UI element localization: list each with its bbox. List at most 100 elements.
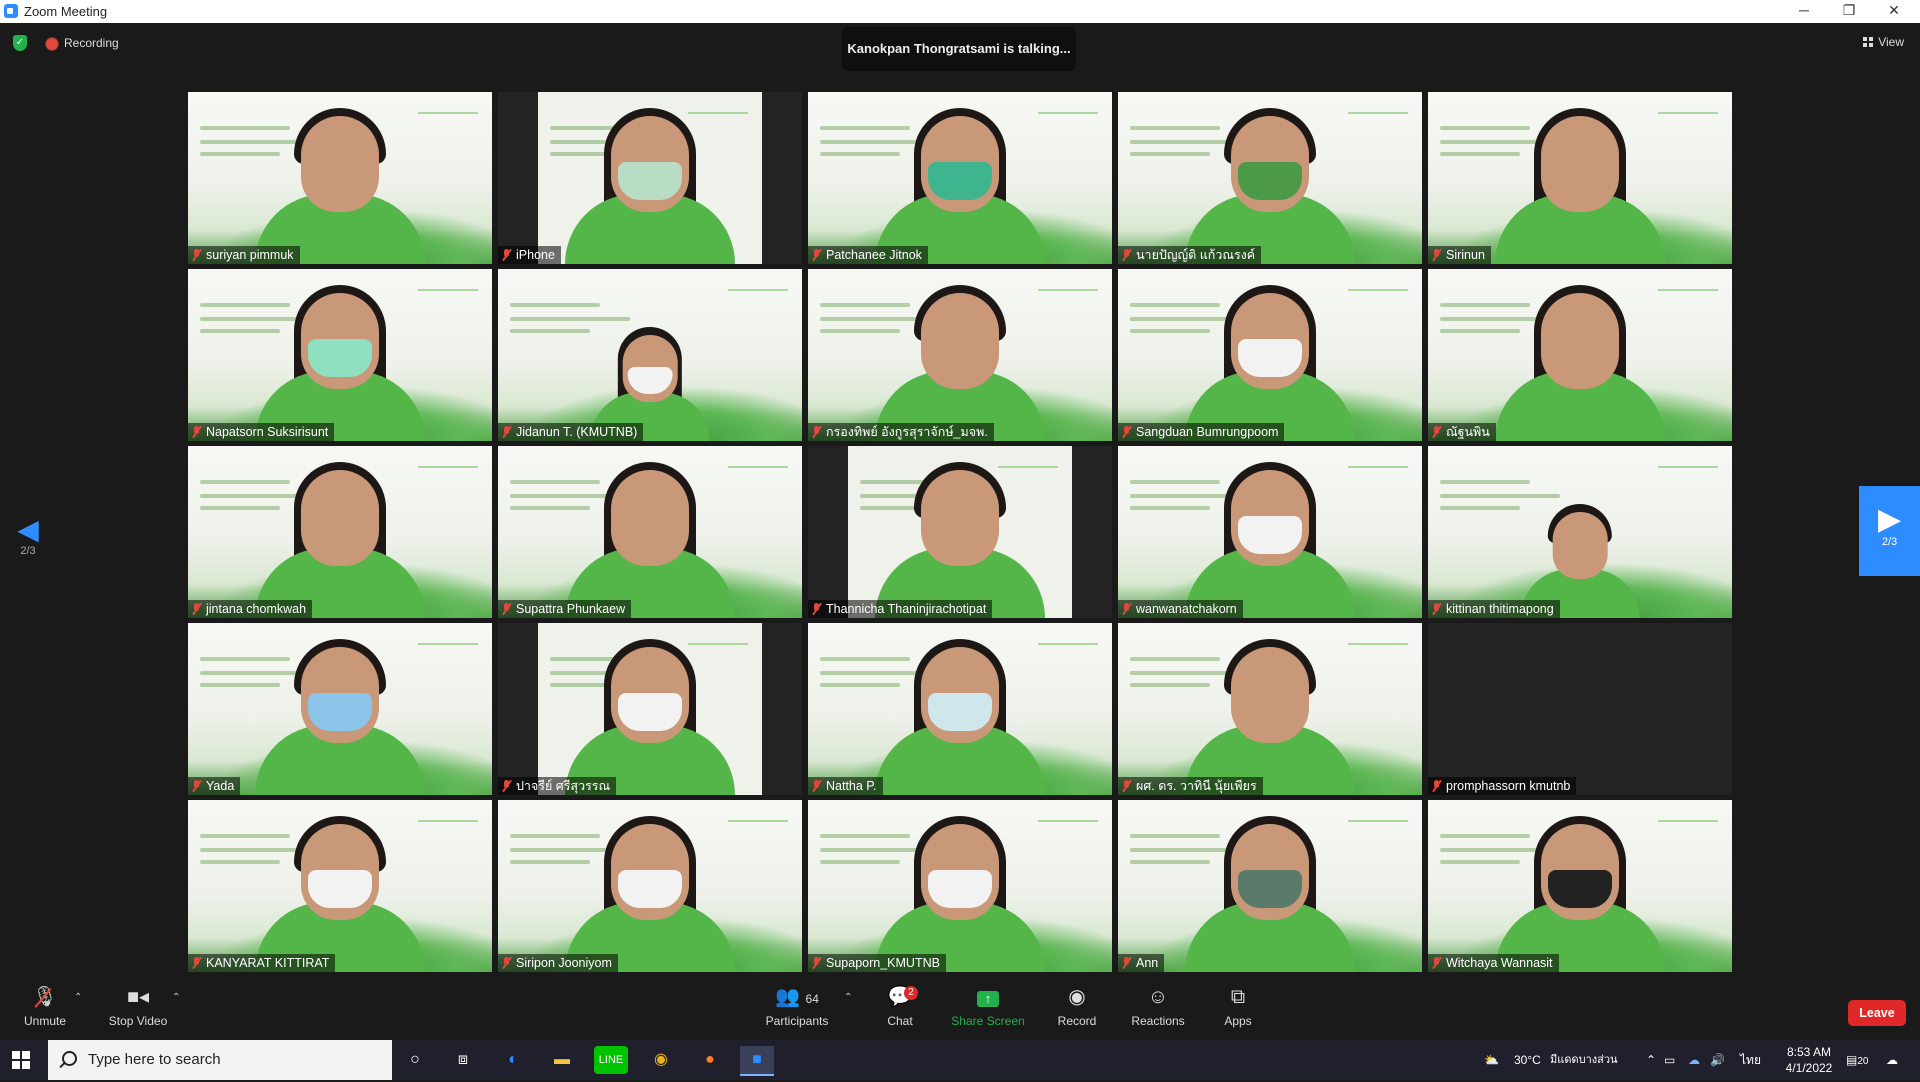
cortana-icon[interactable]: ○ xyxy=(398,1046,432,1074)
zoom-taskbar-icon[interactable]: ■ xyxy=(740,1046,774,1076)
participant-tile[interactable]: ปาจรีย์ ศรีสุวรรณ xyxy=(498,623,802,795)
participant-name: Sangduan Bumrungpoom xyxy=(1136,425,1279,439)
participant-tile[interactable]: Yada xyxy=(188,623,492,795)
participant-tile[interactable]: Jidanun T. (KMUTNB) xyxy=(498,269,802,441)
participant-name: Napatsorn Suksirisunt xyxy=(206,425,329,439)
face-mask xyxy=(1238,162,1302,200)
network-icon[interactable]: ▭ xyxy=(1664,1040,1675,1080)
participant-tile[interactable]: ณัฐนพิน xyxy=(1428,269,1732,441)
video-options-caret[interactable]: ⌃ xyxy=(172,992,180,1003)
reactions-button[interactable]: ☺ Reactions xyxy=(1130,978,1186,1040)
muted-mic-icon xyxy=(502,603,511,615)
unmute-button[interactable]: 🎙 Unmute xyxy=(18,978,72,1040)
participant-tile[interactable]: Napatsorn Suksirisunt xyxy=(188,269,492,441)
view-label: View xyxy=(1878,35,1904,49)
muted-mic-icon xyxy=(502,780,511,792)
apps-button[interactable]: ⧉ Apps xyxy=(1222,978,1254,1040)
muted-mic-icon xyxy=(192,957,201,969)
face-mask xyxy=(928,162,992,200)
minimize-button[interactable]: ─ xyxy=(1782,0,1826,23)
participant-tile[interactable]: Supattra Phunkaew xyxy=(498,446,802,618)
participant-tile[interactable]: Siripon Jooniyom xyxy=(498,800,802,972)
muted-mic-icon xyxy=(1432,603,1441,615)
muted-mic-icon xyxy=(1432,249,1441,261)
window-titlebar: Zoom Meeting ─ ❐ ✕ xyxy=(0,0,1920,23)
participant-tile[interactable]: Supaporn_KMUTNB xyxy=(808,800,1112,972)
page-indicator-right: 2/3 xyxy=(1881,536,1898,548)
firefox-browser-icon[interactable]: ● xyxy=(693,1046,727,1074)
stop-video-button[interactable]: ■◂ Stop Video xyxy=(106,978,170,1040)
participant-video xyxy=(870,92,1050,264)
participant-tile[interactable]: jintana chomkwah xyxy=(188,446,492,618)
language-indicator[interactable]: ไทย xyxy=(1740,1040,1761,1080)
participant-tile[interactable]: Thannicha Thaninjirachotipat xyxy=(808,446,1112,618)
weather-description[interactable]: มีแดดบางส่วน xyxy=(1550,1040,1618,1080)
participant-tile[interactable]: กรองทิพย์ อังกูรสุราจักษ์_มจพ. xyxy=(808,269,1112,441)
line-app-icon[interactable]: LINE xyxy=(594,1046,628,1074)
view-button[interactable]: View xyxy=(1863,35,1904,49)
participant-tile[interactable]: KANYARAT KITTIRAT xyxy=(188,800,492,972)
meeting-toolbar: 🎙 Unmute ⌃ ■◂ Stop Video ⌃ 👥 64 Particip… xyxy=(0,978,1920,1040)
audio-options-caret[interactable]: ⌃ xyxy=(74,992,82,1003)
participant-name: Nattha P. xyxy=(826,779,877,793)
recording-label[interactable]: Recording xyxy=(64,36,119,50)
muted-mic-icon xyxy=(1122,603,1131,615)
participant-tile[interactable]: Sangduan Bumrungpoom xyxy=(1118,269,1422,441)
previous-page-button[interactable]: ◀ 2/3 xyxy=(8,515,48,558)
file-explorer-icon[interactable]: ▬ xyxy=(545,1046,579,1074)
onedrive-icon[interactable]: ☁ xyxy=(1688,1040,1700,1080)
participant-tile[interactable]: kittinan thitimapong xyxy=(1428,446,1732,618)
face-mask xyxy=(1548,870,1612,908)
participant-video xyxy=(560,446,740,618)
taskbar-clock[interactable]: 8:53 AM 4/1/2022 xyxy=(1778,1040,1840,1080)
close-button[interactable]: ✕ xyxy=(1872,0,1916,23)
participant-name-tag: Patchanee Jitnok xyxy=(808,246,928,264)
participant-video xyxy=(560,269,740,441)
task-view-icon[interactable]: ⧈ xyxy=(446,1046,480,1074)
participant-tile[interactable]: wanwanatchakorn xyxy=(1118,446,1422,618)
participant-face xyxy=(611,470,689,566)
tray-expand-icon[interactable]: ⌃ xyxy=(1646,1040,1656,1080)
weather-widget-icon[interactable]: ☁ xyxy=(1886,1040,1898,1080)
participant-tile[interactable]: Ann xyxy=(1118,800,1422,972)
participant-tile[interactable]: suriyan pimmuk xyxy=(188,92,492,264)
participant-name-tag: Sangduan Bumrungpoom xyxy=(1118,423,1285,441)
participant-name-tag: Jidanun T. (KMUTNB) xyxy=(498,423,644,441)
volume-icon[interactable]: 🔊 xyxy=(1710,1040,1725,1080)
muted-mic-icon xyxy=(1122,249,1131,261)
muted-mic-icon xyxy=(192,249,201,261)
video-frame xyxy=(538,92,762,264)
restore-button[interactable]: ❐ xyxy=(1827,0,1871,23)
muted-mic-icon xyxy=(502,957,511,969)
participants-button[interactable]: 👥 64 Participants xyxy=(760,978,834,1040)
participant-tile[interactable]: promphassorn kmutnb xyxy=(1428,623,1732,795)
window-title: Zoom Meeting xyxy=(24,4,108,19)
recording-icon xyxy=(45,37,59,51)
chrome-browser-icon[interactable]: ◉ xyxy=(644,1046,678,1074)
participant-tile[interactable]: ผศ. ดร. วาทินี นุ้ยเพียร xyxy=(1118,623,1422,795)
video-gallery-grid: suriyan pimmuk iPhone Patchanee Jitnok นายป… xyxy=(188,92,1732,972)
participant-tile[interactable]: Patchanee Jitnok xyxy=(808,92,1112,264)
weather-temp[interactable]: 30°C xyxy=(1514,1040,1541,1080)
share-screen-button[interactable]: ↑ Share Screen xyxy=(950,978,1026,1040)
participant-tile[interactable]: Sirinun xyxy=(1428,92,1732,264)
security-shield-icon[interactable]: ✓ xyxy=(13,35,27,51)
chat-button[interactable]: 💬 Chat 2 xyxy=(880,978,920,1040)
participants-options-caret[interactable]: ⌃ xyxy=(844,992,852,1003)
leave-button[interactable]: Leave xyxy=(1848,1000,1906,1026)
participant-tile[interactable]: นายปัญญ์ติ แก้วณรงค์ xyxy=(1118,92,1422,264)
participant-tile[interactable]: iPhone xyxy=(498,92,802,264)
participant-name: Yada xyxy=(206,779,235,793)
participant-tile[interactable]: Nattha P. xyxy=(808,623,1112,795)
next-page-button[interactable]: ▶ 2/3 xyxy=(1859,486,1920,576)
participant-video xyxy=(250,269,430,441)
edge-browser-icon[interactable]: ◐ xyxy=(496,1046,530,1074)
taskbar-search-box[interactable]: Type here to search xyxy=(48,1040,392,1080)
windows-start-icon[interactable] xyxy=(12,1051,30,1069)
notification-center-icon[interactable]: ▤20 xyxy=(1846,1040,1868,1080)
participant-name-tag: Supaporn_KMUTNB xyxy=(808,954,946,972)
participants-label: Participants xyxy=(765,1014,829,1028)
chat-badge: 2 xyxy=(904,986,918,1000)
record-button[interactable]: ◉ Record xyxy=(1054,978,1100,1040)
participant-tile[interactable]: Witchaya Wannasit xyxy=(1428,800,1732,972)
